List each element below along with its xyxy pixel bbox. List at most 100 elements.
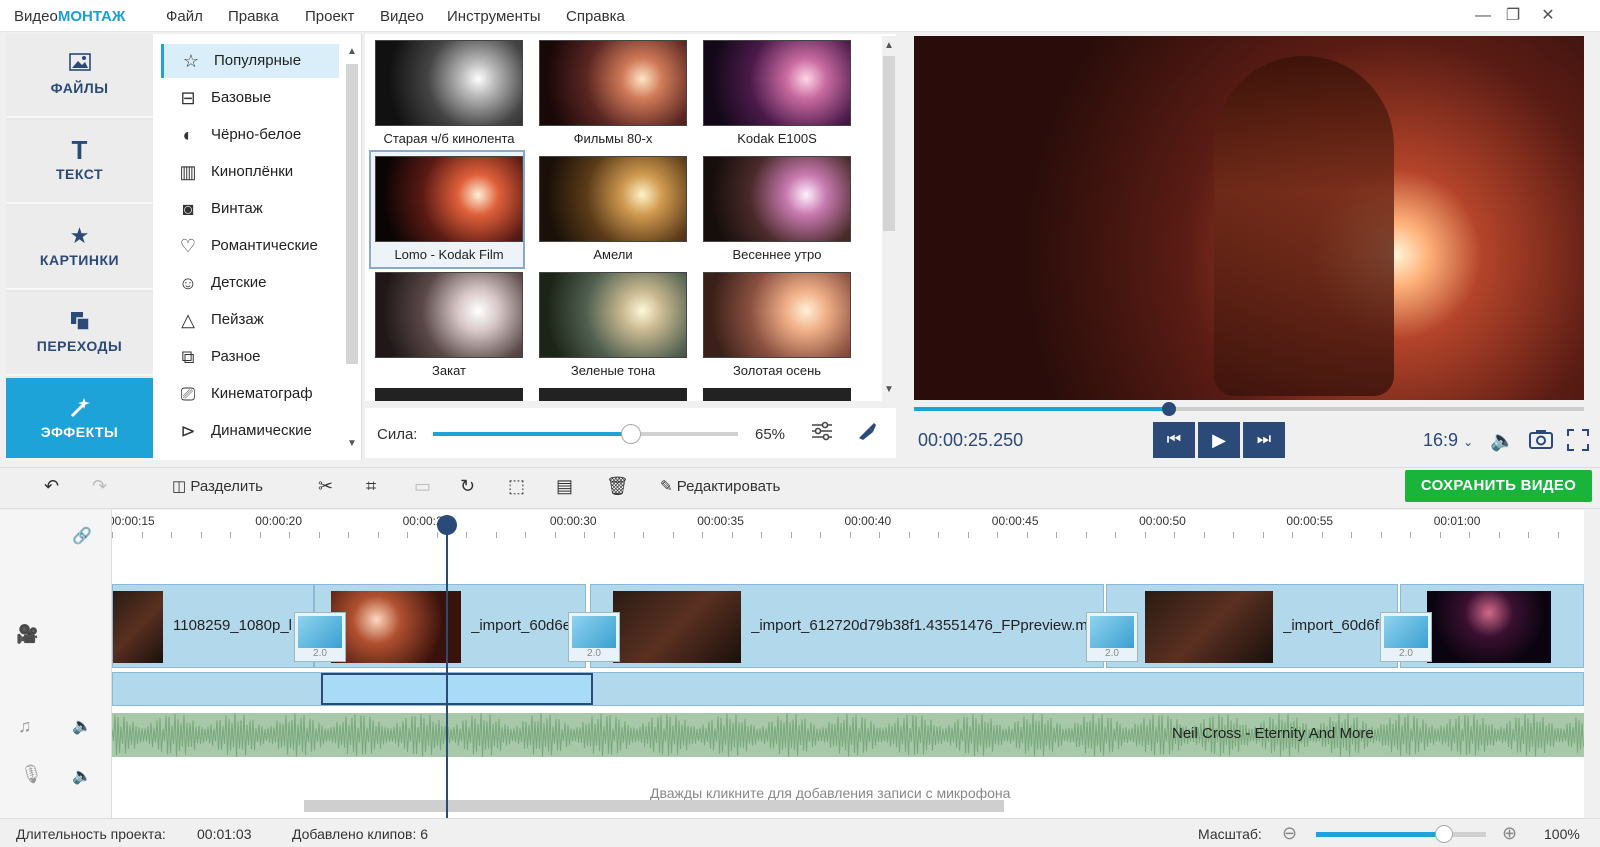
zoom-slider[interactable] (1316, 825, 1486, 843)
nav-effects[interactable]: ЭФФЕКТЫ (6, 378, 153, 460)
scissors-icon[interactable]: ✂ (318, 476, 333, 502)
category-item[interactable]: ⧉ Разное (161, 340, 339, 374)
effect-tile[interactable]: Kodak E100S (699, 36, 851, 151)
effects-track[interactable] (112, 672, 1584, 706)
category-item[interactable]: ◙ Винтаж (161, 192, 339, 226)
minimize-button[interactable]: — (1470, 4, 1496, 28)
mic-volume-icon[interactable]: 🔈 (72, 766, 92, 786)
next-frame-button[interactable]: ⏭ (1243, 422, 1285, 458)
aspect-ratio-select[interactable]: 16:9 ⌄ (1423, 430, 1473, 451)
clip-thumbnail (613, 591, 741, 663)
category-item[interactable]: △ Пейзаж (161, 303, 339, 337)
category-scrollbar[interactable]: ▲ ▼ (345, 46, 359, 454)
filmstrip-edit-icon[interactable]: ▤ (556, 476, 573, 502)
scroll-down-icon[interactable]: ▼ (346, 438, 358, 449)
video-clip[interactable]: _import_60d6fb0 (1106, 584, 1398, 668)
scroll-up-icon[interactable]: ▲ (883, 40, 895, 51)
edit-icon: ✎ (660, 478, 673, 495)
fullscreen-icon[interactable] (1566, 428, 1590, 455)
zoom-in-icon[interactable]: ⊕ (1502, 823, 1517, 844)
transition-marker[interactable]: 2.0 (568, 612, 620, 662)
effect-tile[interactable]: Золотая осень (699, 268, 851, 383)
link-icon[interactable]: 🔗 (72, 526, 92, 546)
rotate-icon[interactable]: ↻ (460, 476, 475, 502)
menu-tools[interactable]: Инструменты (447, 8, 541, 25)
transition-marker[interactable]: 2.0 (1380, 612, 1432, 662)
duration-label: Длительность проекта: (16, 826, 166, 842)
close-button[interactable]: ✕ (1535, 4, 1561, 28)
video-clip[interactable]: _import_60d6e (314, 584, 586, 668)
playhead-handle[interactable] (1161, 402, 1176, 416)
audio-track[interactable]: Neil Cross - Eternity And More (112, 713, 1584, 757)
split-button[interactable]: ◫ Разделить (172, 477, 263, 503)
category-item[interactable]: ⎚ Кинематограф (161, 377, 339, 411)
effect-tile[interactable]: Фильмы 80-х (535, 36, 687, 151)
effect-thumbnail (539, 40, 687, 126)
snapshot-camera-icon[interactable] (1528, 428, 1554, 453)
category-item[interactable]: ☆ Популярные (161, 44, 339, 78)
audio-volume-icon[interactable]: 🔈 (72, 716, 92, 736)
play-button[interactable]: ▶ (1198, 422, 1240, 458)
effect-tile[interactable]: Lomo - Kodak Film (369, 150, 525, 269)
redo-icon[interactable]: ↷ (92, 476, 107, 502)
category-item[interactable]: ▥ Киноплёнки (161, 155, 339, 189)
slider-handle[interactable] (621, 424, 642, 444)
video-clip[interactable]: 1108259_1080p_l (112, 584, 314, 668)
undo-icon[interactable]: ↶ (44, 476, 59, 502)
scroll-up-icon[interactable]: ▲ (346, 46, 358, 57)
zoom-out-icon[interactable]: ⊖ (1282, 823, 1297, 844)
timeline-ruler[interactable]: 00:00:15 00:00:20 00:00:25 00:00:30 00:00:35… (108, 510, 1584, 540)
effect-tile[interactable]: Зеленые тона (535, 268, 687, 383)
timeline-scrollbar[interactable] (304, 800, 1004, 812)
category-item[interactable]: ☺ Детские (161, 266, 339, 300)
menu-project[interactable]: Проект (305, 8, 354, 25)
transition-marker[interactable]: 2.0 (1086, 612, 1138, 662)
effect-tile-partial[interactable] (539, 388, 687, 401)
crop-icon[interactable]: ⌗ (366, 476, 376, 502)
effect-tile[interactable]: Весеннее утро (699, 152, 851, 267)
menu-help[interactable]: Справка (566, 8, 625, 25)
category-item[interactable]: ⊳ Динамические (161, 414, 339, 448)
clip-thumbnail (1427, 591, 1551, 663)
strength-slider[interactable] (433, 424, 738, 444)
menu-edit[interactable]: Правка (228, 8, 279, 25)
effect-tile[interactable]: Амели (535, 152, 687, 267)
status-bar: Длительность проекта: 00:01:03 Добавлено… (0, 818, 1600, 847)
category-item[interactable]: ⊟ Базовые (161, 81, 339, 115)
nav-text[interactable]: T ТЕКСТ (6, 120, 153, 204)
prev-frame-button[interactable]: ⏮ (1153, 422, 1195, 458)
timeline-playhead[interactable] (437, 515, 457, 820)
trash-icon[interactable]: 🗑 (606, 476, 629, 502)
video-preview[interactable] (914, 36, 1584, 400)
volume-icon[interactable]: 🔈 (1490, 428, 1515, 453)
transition-duration: 2.0 (313, 648, 327, 659)
menu-file[interactable]: Файл (166, 8, 203, 25)
scroll-down-icon[interactable]: ▼ (883, 384, 895, 395)
nav-pictures[interactable]: ★ КАРТИНКИ (6, 206, 153, 290)
effect-tile-partial[interactable] (703, 388, 851, 401)
category-item[interactable]: ◐ Чёрно-белое (161, 118, 339, 152)
audio-track-name: Neil Cross - Eternity And More (1172, 725, 1374, 742)
effect-tile[interactable]: Закат (371, 268, 523, 383)
effects-scrollbar[interactable]: ▲ ▼ (882, 36, 896, 401)
slider-handle[interactable] (1434, 825, 1453, 843)
video-clip[interactable]: _import_612720d79b38f1.43551476_FPprevie… (590, 584, 1104, 668)
adjust-settings-icon[interactable] (811, 420, 833, 445)
menu-video[interactable]: Видео (380, 8, 424, 25)
transition-marker[interactable]: 2.0 (294, 612, 346, 662)
brush-icon[interactable] (855, 420, 877, 445)
effect-tile[interactable]: Старая ч/б кинолента (371, 36, 523, 151)
restore-button[interactable]: ❐ (1500, 4, 1526, 28)
effect-tile-partial[interactable] (375, 388, 523, 401)
edit-button[interactable]: ✎ Редактировать (660, 477, 780, 503)
playback-progress[interactable] (914, 402, 1584, 416)
category-item[interactable]: ♡ Романтические (161, 229, 339, 263)
selected-effect-range[interactable] (321, 673, 593, 705)
save-video-button[interactable]: СОХРАНИТЬ ВИДЕО (1405, 470, 1592, 502)
sidebar-nav: ФАЙЛЫ T ТЕКСТ ★ КАРТИНКИ ПЕРЕХОДЫ ЭФФЕКТ… (6, 34, 153, 460)
nav-transitions[interactable]: ПЕРЕХОДЫ (6, 292, 153, 376)
ruler-tick: 00:00:50 (1139, 514, 1186, 528)
nav-files[interactable]: ФАЙЛЫ (6, 34, 153, 118)
export-frame-icon[interactable]: ⬚ (508, 476, 525, 502)
freeze-icon[interactable]: ▭ (414, 476, 431, 502)
